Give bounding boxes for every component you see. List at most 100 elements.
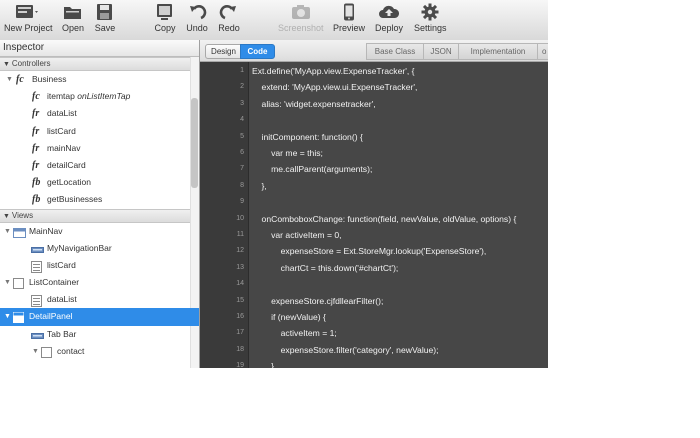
deploy-button[interactable]: Deploy [375,2,403,38]
line-number: 12 [236,247,244,255]
tree-node-label: mainNav [47,140,81,157]
code-text: var me = this; [252,148,323,158]
fc-icon: fc [32,91,40,103]
code-line: 2 extend: 'MyApp.view.ui.ExpenseTracker'… [200,79,548,95]
tree-node-tab-bar[interactable]: Tab Bar [0,326,199,343]
redo-icon [216,2,242,22]
tab-code[interactable]: Code [240,44,275,59]
tree-node-itemtap[interactable]: fc itemtap onListItemTap [0,88,199,105]
tab-base-class[interactable]: Base Class [366,43,424,60]
code-line: 10 onComboboxChange: function(field, new… [200,211,548,227]
code-text: expenseStore.filter('category', newValue… [252,344,439,355]
line-number: 3 [240,99,244,107]
preview-label: Preview [333,23,366,33]
fb-icon: fb [32,177,41,189]
expand-triangle-icon[interactable]: ▼ [4,274,11,291]
tree-node-getBusinesses[interactable]: fb getBusinesses [0,191,199,208]
save-button[interactable]: Save [92,2,118,38]
undo-button[interactable]: Undo [184,2,210,38]
gear-icon [417,2,443,22]
fr-icon: fr [32,108,40,120]
phone-icon [336,2,362,22]
line-number: 4 [240,116,244,124]
tree-node-text: itemtap [47,91,75,102]
open-folder-icon [60,2,86,22]
tree-node-detailCard[interactable]: fr detailCard [0,157,199,174]
tree-node-mainnav[interactable]: ▼ MainNav [0,223,199,240]
tab-implementation[interactable]: Implementation [458,43,538,60]
code-text: chartCt = this.down('#chartCt'); [252,262,399,273]
code-text: Ext.define('MyApp.view.ExpenseTracker', … [252,66,415,76]
tree-node-label: ListContainer [29,277,80,288]
fb-icon: fb [32,194,41,206]
deploy-label: Deploy [375,23,404,33]
line-number: 7 [240,165,244,173]
tree-node-detailpanel[interactable]: ▼ DetailPanel [0,308,199,326]
code-line: 4 [200,112,548,128]
code-text: me.callParent(arguments); [252,164,373,175]
code-line: 19 } [200,358,548,368]
controllers-section-header[interactable]: ▼ Controllers [0,57,199,71]
copy-icon [152,2,178,22]
code-text: }, [252,180,267,191]
container-icon [41,346,52,364]
screenshot-button[interactable]: Screenshot [278,2,324,38]
copy-button[interactable]: Copy [152,2,178,38]
tab-json[interactable]: JSON [423,43,459,60]
copy-label: Copy [154,23,176,33]
tree-node-listcontainer[interactable]: ▼ ListContainer [0,274,199,291]
preview-button[interactable]: Preview [333,2,365,38]
views-section-header[interactable]: ▼ Views [0,208,199,223]
tab-design[interactable]: Design [205,44,242,59]
event-target-label: onListItemTap [77,91,131,102]
expand-triangle-icon[interactable]: ▼ [4,223,11,240]
tree-node-label: listCard [47,259,76,270]
tree-node-dataList[interactable]: fr dataList [0,105,199,122]
tab-overflow[interactable]: o [537,43,548,60]
tree-node-label: dataList [47,105,77,122]
tree-node-label: getBusinesses [47,191,102,208]
tree-node-listCard[interactable]: fr listCard [0,123,199,140]
code-line: 8 }, [200,178,548,194]
open-button[interactable]: Open [60,2,86,38]
tree-node-getLocation[interactable]: fb getLocation [0,174,199,191]
tree-node-listcard[interactable]: listCard [0,257,199,274]
main-toolbar: New Project Open Save Copy Undo Redo Scr… [0,0,548,41]
collapse-triangle-icon: ▼ [3,61,12,68]
cloud-upload-icon [376,2,402,22]
line-number: 1 [240,67,244,74]
tree-node-text: detailCard [47,159,86,170]
tree-node-mynavigationbar[interactable]: MyNavigationBar [0,240,199,257]
line-number: 13 [236,263,244,271]
code-area[interactable]: 1 Ext.define('MyApp.view.ExpenseTracker',… [200,62,548,368]
open-label: Open [61,23,85,33]
new-project-button[interactable]: New Project [4,2,53,38]
tree-node-label: Business [32,74,67,84]
line-number: 17 [236,329,244,337]
settings-button[interactable]: Settings [414,2,447,38]
expand-triangle-icon[interactable]: ▼ [4,308,11,325]
expand-triangle-icon[interactable]: ▼ [32,343,39,360]
tree-node-business[interactable]: ▼ fc Business [0,71,199,88]
inspector-panel: Inspector ▼ Controllers ▼ fc Business fc… [0,40,200,368]
tree-node-datalist[interactable]: dataList [0,291,199,308]
code-line: 7 me.callParent(arguments); [200,161,548,177]
tree-node-label: contact [57,345,85,356]
tree-node-mainNav[interactable]: fr mainNav [0,140,199,157]
controllers-header-label: Controllers [11,59,51,68]
tree-node-text: getBusinesses [47,194,103,205]
new-project-icon [15,2,41,22]
code-text: expenseStore.cjfdllearFilter(); [252,295,384,306]
expand-triangle-icon: ▼ [6,76,13,83]
line-number: 14 [236,280,244,288]
code-text: alias: 'widget.expensetracker', [252,98,376,109]
tree-node-contact[interactable]: ▼ contact [0,343,199,360]
line-number: 19 [236,362,244,368]
code-text: if (newValue) { [252,312,326,322]
tree-node-label: detailCard [47,157,86,174]
inspector-title: Inspector [0,40,199,57]
code-line: 17 activeItem = 1; [200,325,548,341]
redo-button[interactable]: Redo [216,2,242,38]
tree-node-text: dataList [47,108,77,119]
line-number: 11 [236,231,244,238]
